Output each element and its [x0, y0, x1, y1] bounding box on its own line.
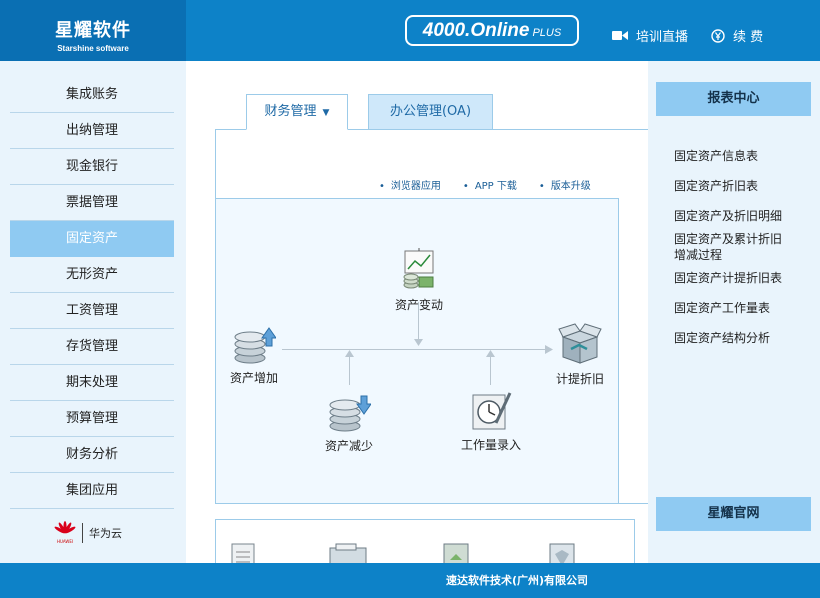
- product-badge: 4000.Online PLUS: [405, 15, 579, 46]
- flow-line-main: [282, 349, 548, 350]
- arrow-up-icon: [345, 350, 354, 357]
- sidebar-item-inventory[interactable]: 存货管理: [10, 329, 174, 365]
- video-camera-icon: [612, 30, 628, 41]
- flow-node-asset-reduce[interactable]: 资产减少: [317, 394, 381, 454]
- flow-node-workload-entry[interactable]: 工作量录入: [454, 391, 528, 453]
- sidebar-item-payroll[interactable]: 工资管理: [10, 293, 174, 329]
- logo-divider: [82, 522, 83, 543]
- report-link-depreciation[interactable]: 固定资产折旧表: [674, 178, 758, 194]
- huawei-flower-icon: [54, 521, 76, 534]
- arrow-up-icon: [486, 350, 495, 357]
- version-upgrade-link[interactable]: 版本升级: [539, 177, 591, 192]
- app-download-link[interactable]: APP 下载: [463, 177, 517, 192]
- report-link-asset-depreciation-detail[interactable]: 固定资产及折旧明细: [674, 208, 782, 224]
- report-center-button[interactable]: 报表中心: [656, 82, 811, 116]
- renew-label: 续 费: [733, 30, 764, 45]
- brand-name-english: Starshine software: [57, 44, 129, 53]
- flow-label-asset-reduce: 资产减少: [324, 439, 373, 453]
- main-content: 财务管理 ▼ 办公管理(OA) 浏览器应用 APP 下载 版本升级: [186, 61, 648, 563]
- flow-node-depreciation[interactable]: 计提折旧: [548, 321, 612, 387]
- arrow-down-icon: [414, 339, 423, 346]
- flow-node-asset-add[interactable]: 资产增加: [222, 326, 286, 386]
- report-link-depreciation-accrual[interactable]: 固定资产计提折旧表: [674, 270, 782, 286]
- report-link-accumulated-depreciation[interactable]: 固定资产及累计折旧增减过程: [674, 231, 792, 263]
- product-name: 4000.Online: [422, 20, 530, 41]
- report-link-fixed-asset-info[interactable]: 固定资产信息表: [674, 148, 758, 164]
- sidebar-item-budget[interactable]: 预算管理: [10, 401, 174, 437]
- huawei-cloud-logo[interactable]: HUAWEI 华为云: [54, 521, 122, 544]
- clock-pen-icon: [472, 392, 512, 430]
- right-sidebar: 报表中心 固定资产信息表 固定资产折旧表 固定资产及折旧明细 固定资产及累计折旧…: [648, 61, 820, 563]
- flow-label-workload-entry: 工作量录入: [460, 438, 521, 452]
- brand-name: 星耀软件: [55, 20, 131, 41]
- top-header: 星耀软件 Starshine software 4000.Online PLUS …: [0, 0, 820, 61]
- training-live-link[interactable]: 培训直播: [612, 26, 688, 45]
- sidebar-item-integrated-accounting[interactable]: 集成账务: [10, 77, 174, 113]
- report-link-workload[interactable]: 固定资产工作量表: [674, 300, 770, 316]
- chart-board-icon: [403, 248, 434, 289]
- tab-label: 财务管理: [264, 104, 317, 119]
- partner-name: 华为云: [89, 526, 122, 540]
- official-site-button[interactable]: 星耀官网: [656, 497, 811, 531]
- sidebar-item-bills[interactable]: 票据管理: [10, 185, 174, 221]
- yen-coin-icon: [711, 28, 725, 43]
- sidebar-item-group[interactable]: 集团应用: [10, 473, 174, 509]
- secondary-module-panel: [215, 519, 635, 563]
- coin-stack-up-icon: [234, 327, 276, 364]
- document-stack-icon: [231, 543, 255, 563]
- browser-app-link[interactable]: 浏览器应用: [379, 177, 441, 192]
- triangle-down-icon: ▼: [322, 108, 330, 118]
- renew-link[interactable]: 续 费: [711, 26, 763, 45]
- flow-label-asset-add: 资产增加: [229, 371, 278, 385]
- house-doc-icon: [443, 543, 469, 563]
- coin-stack-down-icon: [329, 395, 371, 432]
- footer: 速达软件技术(广州)有限公司: [0, 563, 820, 598]
- tab-office-management[interactable]: 办公管理(OA): [368, 94, 493, 130]
- flow-label-asset-change: 资产变动: [394, 298, 443, 312]
- tab-financial-management[interactable]: 财务管理 ▼: [246, 94, 348, 130]
- cash-register-icon: [329, 543, 367, 563]
- open-box-icon: [558, 323, 602, 364]
- shield-doc-icon: [549, 543, 575, 563]
- brand-logo[interactable]: 星耀软件 Starshine software: [0, 0, 186, 61]
- product-edition: PLUS: [532, 27, 562, 39]
- sidebar-item-intangible-assets[interactable]: 无形资产: [10, 257, 174, 293]
- huawei-logo-text: HUAWEI: [56, 539, 74, 544]
- sidebar-item-cash-bank[interactable]: 现金银行: [10, 149, 174, 185]
- sidebar-item-fixed-assets[interactable]: 固定资产: [10, 221, 174, 257]
- flow-label-depreciation: 计提折旧: [555, 372, 604, 386]
- left-sidebar: 集成账务 出纳管理 现金银行 票据管理 固定资产 无形资产 工资管理 存货管理 …: [0, 61, 186, 563]
- sidebar-item-financial-analysis[interactable]: 财务分析: [10, 437, 174, 473]
- workflow-diagram: 资产变动 资产增加 资产减少 工作量录入 计提折旧: [215, 198, 619, 504]
- flow-line-reduce: [349, 355, 350, 385]
- quick-links: 浏览器应用 APP 下载 版本升级: [379, 177, 591, 192]
- flow-line-workload: [490, 355, 491, 385]
- footer-company: 速达软件技术(广州)有限公司: [446, 574, 589, 587]
- sidebar-item-cashier[interactable]: 出纳管理: [10, 113, 174, 149]
- sidebar-item-period-end[interactable]: 期末处理: [10, 365, 174, 401]
- flow-node-asset-change[interactable]: 资产变动: [386, 247, 452, 313]
- report-link-structure-analysis[interactable]: 固定资产结构分析: [674, 330, 770, 346]
- training-live-label: 培训直播: [636, 30, 689, 45]
